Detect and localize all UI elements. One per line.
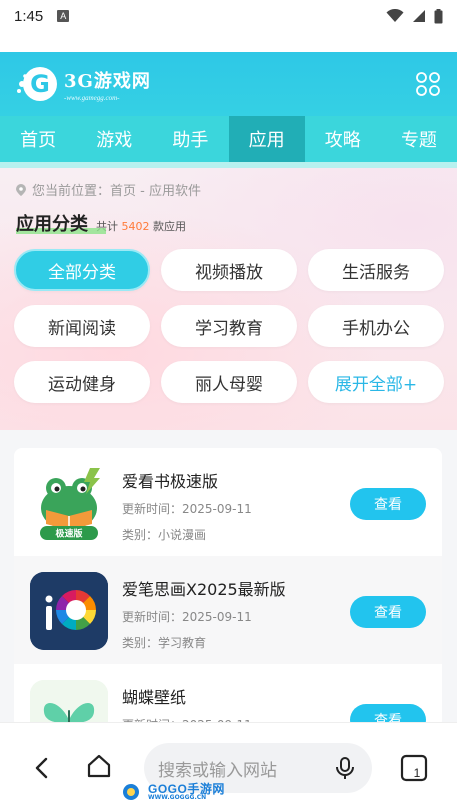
chip-all[interactable]: 全部分类 bbox=[14, 249, 150, 291]
home-icon[interactable] bbox=[86, 753, 112, 779]
app-name[interactable]: 爱看书极速版 bbox=[122, 468, 252, 492]
signal-icon bbox=[413, 10, 425, 22]
nav-tab-guides[interactable]: 攻略 bbox=[305, 116, 381, 162]
site-header: G 3G游戏网 -www.gamegg.com- bbox=[0, 52, 457, 116]
chip-office[interactable]: 手机办公 bbox=[308, 305, 444, 347]
category-count: 共计 5402 款应用 bbox=[96, 218, 186, 234]
browser-bottom-bar: 搜索或输入网站 1 GOGO手游网 WWW.GOGGG.CN bbox=[0, 722, 457, 812]
location-pin-icon bbox=[16, 183, 26, 196]
nav-tab-home[interactable]: 首页 bbox=[0, 116, 76, 162]
app-info: 爱笔思画X2025最新版 更新时间：2025-09-11 类别：学习教育 bbox=[122, 576, 286, 651]
status-icons bbox=[386, 8, 443, 24]
chip-fitness[interactable]: 运动健身 bbox=[14, 361, 150, 403]
app-updated: 更新时间：2025-09-11 bbox=[122, 502, 252, 516]
chip-news[interactable]: 新闻阅读 bbox=[14, 305, 150, 347]
nav-tab-topics[interactable]: 专题 bbox=[381, 116, 457, 162]
app-updated: 更新时间：2025-09-11 bbox=[122, 610, 252, 624]
frog-book-icon[interactable]: 极速版 bbox=[30, 464, 108, 542]
count-suffix: 款应用 bbox=[153, 220, 186, 233]
list-item[interactable]: 蝴蝶壁纸 更新时间：2025-09-11 查看 bbox=[14, 664, 442, 728]
status-bar: 1:45 A bbox=[0, 0, 457, 32]
app-category: 类别：小说漫画 bbox=[122, 528, 207, 542]
category-header: 应用分类 共计 5402 款应用 bbox=[16, 210, 186, 236]
nav-tab-helper[interactable]: 助手 bbox=[152, 116, 228, 162]
app-info: 爱看书极速版 更新时间：2025-09-11 类别：小说漫画 bbox=[122, 468, 252, 543]
chip-expand-all[interactable]: 展开全部+ bbox=[308, 361, 444, 403]
category-title-text: 应用分类 bbox=[16, 214, 88, 235]
gogo-logo-icon bbox=[123, 784, 139, 800]
chip-life[interactable]: 生活服务 bbox=[308, 249, 444, 291]
back-icon[interactable] bbox=[30, 755, 56, 781]
microphone-icon[interactable] bbox=[332, 755, 358, 781]
app-category: 类别：学习教育 bbox=[122, 636, 207, 650]
menu-grid-icon[interactable] bbox=[415, 71, 441, 97]
status-time: 1:45 bbox=[14, 7, 44, 25]
site-url: -www.gamegg.com- bbox=[64, 93, 120, 102]
category-title: 应用分类 bbox=[16, 210, 106, 236]
butterfly-icon[interactable] bbox=[30, 680, 108, 728]
nav-tab-apps[interactable]: 应用 bbox=[228, 116, 305, 162]
tab-count: 1 bbox=[414, 766, 421, 780]
logo-icon[interactable]: G bbox=[16, 64, 60, 104]
ibis-paint-icon[interactable] bbox=[30, 572, 108, 650]
list-item[interactable]: 极速版 爱看书极速版 更新时间：2025-09-11 类别：小说漫画 查看 bbox=[14, 448, 442, 556]
view-button[interactable]: 查看 bbox=[350, 488, 426, 520]
breadcrumb-text: 您当前位置：首页 - 应用软件 bbox=[32, 184, 201, 199]
list-item[interactable]: 爱笔思画X2025最新版 更新时间：2025-09-11 类别：学习教育 查看 bbox=[14, 556, 442, 664]
breadcrumb: 您当前位置：首页 - 应用软件 bbox=[16, 180, 201, 199]
tabs-switcher-icon[interactable]: 1 bbox=[400, 754, 428, 782]
site-title: 3G游戏网 bbox=[64, 70, 151, 92]
status-spacer bbox=[0, 32, 457, 52]
logo-text[interactable]: 3G游戏网 -www.gamegg.com- bbox=[64, 67, 151, 102]
svg-text:G: G bbox=[30, 70, 50, 98]
main-nav: 首页 游戏 助手 应用 攻略 专题 bbox=[0, 116, 457, 162]
category-chips: 全部分类 视频播放 生活服务 新闻阅读 学习教育 手机办公 运动健身 丽人母婴 … bbox=[14, 249, 444, 403]
url-placeholder: 搜索或输入网站 bbox=[158, 760, 277, 781]
wifi-icon bbox=[386, 9, 404, 22]
category-section: 您当前位置：首页 - 应用软件 应用分类 共计 5402 款应用 全部分类 视频… bbox=[0, 168, 457, 430]
watermark: GOGO手游网 WWW.GOGGG.CN bbox=[122, 783, 225, 801]
battery-icon bbox=[434, 8, 443, 23]
app-name[interactable]: 蝴蝶壁纸 bbox=[122, 684, 252, 708]
chip-video[interactable]: 视频播放 bbox=[161, 249, 297, 291]
view-button[interactable]: 查看 bbox=[350, 596, 426, 628]
count-number: 5402 bbox=[121, 220, 150, 233]
watermark-sub: WWW.GOGGG.CN bbox=[148, 794, 207, 801]
chip-education[interactable]: 学习教育 bbox=[161, 305, 297, 347]
icon-badge: 极速版 bbox=[55, 528, 82, 540]
app-name[interactable]: 爱笔思画X2025最新版 bbox=[122, 576, 286, 600]
chip-mother-baby[interactable]: 丽人母婴 bbox=[161, 361, 297, 403]
app-list: 极速版 爱看书极速版 更新时间：2025-09-11 类别：小说漫画 查看 爱笔… bbox=[14, 448, 442, 728]
nav-tab-games[interactable]: 游戏 bbox=[76, 116, 152, 162]
notification-icon: A bbox=[57, 10, 70, 22]
